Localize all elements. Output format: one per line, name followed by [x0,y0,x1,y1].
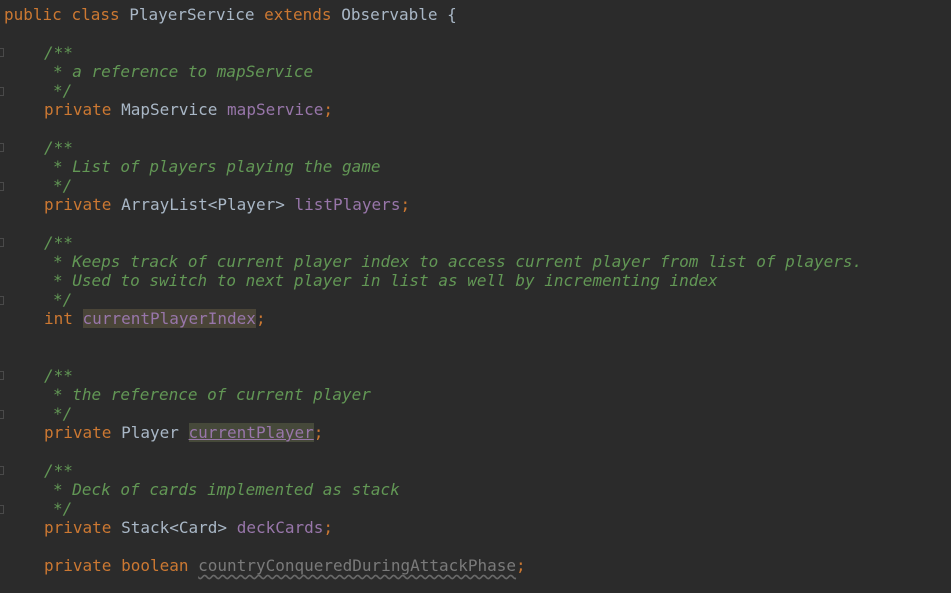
comment-close: */ [53,176,73,195]
class-declaration-line[interactable]: public class PlayerService extends Obser… [4,5,457,24]
field-declaration-countryconquered[interactable]: private boolean countryConqueredDuringAt… [44,556,526,575]
modifier-private: private [44,556,112,575]
comment-text: * Deck of cards implemented as stack [53,480,400,499]
open-brace: { [447,5,457,24]
modifier-private: private [44,195,112,214]
semicolon: ; [323,518,334,537]
comment-text: * the reference of current player [53,385,371,404]
fold-marker[interactable] [0,296,4,305]
semicolon: ; [516,556,526,575]
field-name: deckCards [236,518,324,537]
fold-marker[interactable] [0,371,4,380]
keyword-extends: extends [264,5,332,24]
comment-text: * Used to switch to next player in list … [53,271,718,290]
comment-close: */ [53,81,73,100]
keyword-public: public [4,5,62,24]
semicolon: ; [313,423,324,442]
field-name-highlighted: currentPlayerIndex [82,309,256,328]
comment-close: */ [53,290,73,309]
comment-open: /** [44,366,73,385]
field-name-highlighted: currentPlayer [188,423,314,442]
modifier-private: private [44,518,112,537]
field-declaration-listplayers[interactable]: private ArrayList<Player> listPlayers; [44,195,410,214]
field-type: Stack<Card> [121,518,228,537]
field-declaration-currentplayerindex[interactable]: int currentPlayerIndex; [44,309,266,328]
fold-marker[interactable] [0,87,4,96]
comment-open: /** [44,138,73,157]
field-type: ArrayList<Player> [121,195,285,214]
field-type-int: int [44,309,73,328]
modifier-private: private [44,100,112,119]
modifier-private: private [44,423,112,442]
field-name-unused: countryConqueredDuringAttackPhase [198,556,517,575]
comment-close: */ [53,499,73,518]
fold-marker[interactable] [0,143,4,152]
field-declaration-mapservice[interactable]: private MapService mapService; [44,100,333,119]
semicolon: ; [400,195,411,214]
semicolon: ; [255,309,266,328]
field-type-boolean: boolean [121,556,189,575]
class-name: PlayerService [129,5,255,24]
field-type: Player [121,423,179,442]
comment-close: */ [53,404,73,423]
field-name: listPlayers [294,195,401,214]
parent-class-name: Observable [341,5,438,24]
fold-marker[interactable] [0,238,4,247]
fold-marker[interactable] [0,466,4,475]
code-editor[interactable]: public class PlayerService extends Obser… [0,0,951,593]
fold-marker[interactable] [0,48,4,57]
comment-open: /** [44,461,73,480]
comment-open: /** [44,43,73,62]
comment-text: * a reference to mapService [53,62,314,81]
field-name: mapService [227,100,324,119]
field-declaration-deckcards[interactable]: private Stack<Card> deckCards; [44,518,333,537]
fold-marker[interactable] [0,182,4,191]
field-declaration-currentplayer[interactable]: private Player currentPlayer; [44,423,323,442]
keyword-class: class [71,5,120,24]
field-type: MapService [121,100,218,119]
fold-marker[interactable] [0,410,4,419]
comment-text: * Keeps track of current player index to… [53,252,863,271]
comment-open: /** [44,233,73,252]
semicolon: ; [323,100,334,119]
fold-marker[interactable] [0,505,4,514]
comment-text: * List of players playing the game [53,157,381,176]
